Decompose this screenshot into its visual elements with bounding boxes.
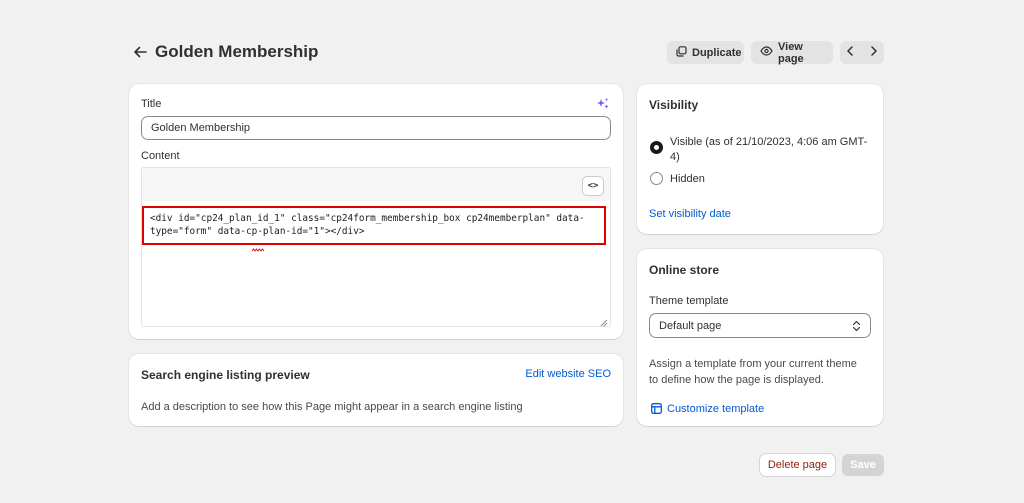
customize-template-icon[interactable]	[651, 403, 662, 417]
view-page-button[interactable]: View page	[751, 40, 833, 65]
hidden-radio[interactable]	[650, 172, 663, 185]
eye-icon	[760, 46, 773, 59]
seo-heading: Search engine listing preview	[141, 368, 310, 382]
pager	[840, 41, 884, 64]
visible-radio[interactable]	[650, 141, 663, 154]
content-label: Content	[141, 150, 180, 162]
content-editor[interactable]: <> <div id="cp24_plan_id_1" class="cp24f…	[141, 167, 611, 327]
customize-template-link[interactable]: Customize template	[667, 403, 764, 415]
online-store-card: Online store Theme template Default page…	[637, 249, 883, 426]
visible-label-line1: Visible (as of 21/10/2023, 4:06 am GMT-	[670, 136, 868, 148]
online-store-heading: Online store	[649, 263, 720, 277]
save-button[interactable]: Save	[842, 454, 884, 476]
help-line-2: to define how the page is displayed.	[649, 374, 824, 386]
set-visibility-date-link[interactable]: Set visibility date	[649, 208, 731, 220]
title-label: Title	[141, 98, 162, 110]
magic-sparkle-icon[interactable]	[596, 97, 610, 114]
editor-toolbar	[142, 168, 610, 201]
previous-page-icon[interactable]	[846, 46, 854, 59]
visible-label: Visible (as of 21/10/2023, 4:06 am GMT- …	[670, 135, 880, 165]
back-arrow-icon[interactable]	[130, 42, 150, 62]
page-title: Golden Membership	[155, 42, 319, 61]
seo-description: Add a description to see how this Page m…	[141, 401, 523, 413]
duplicate-icon	[676, 45, 687, 60]
duplicate-label: Duplicate	[692, 46, 742, 59]
resize-handle-icon[interactable]	[600, 316, 608, 327]
visibility-card: Visibility Visible (as of 21/10/2023, 4:…	[637, 84, 883, 234]
delete-page-button[interactable]: Delete page	[760, 454, 835, 476]
hidden-label: Hidden	[670, 173, 705, 185]
edit-seo-link[interactable]: Edit website SEO	[525, 368, 611, 380]
seo-preview-card: Search engine listing preview Edit websi…	[129, 354, 623, 426]
theme-template-label: Theme template	[649, 295, 729, 307]
show-html-button[interactable]: <>	[582, 176, 604, 196]
theme-template-value: Default page	[659, 319, 722, 332]
view-page-label: View page	[778, 40, 804, 65]
code-line-1: <div id="cp24_plan_id_1" class="cp24form…	[150, 213, 585, 224]
duplicate-button[interactable]: Duplicate	[667, 41, 744, 64]
next-page-icon[interactable]	[870, 46, 878, 59]
visibility-heading: Visibility	[649, 98, 699, 112]
spellcheck-squiggle	[251, 241, 265, 255]
html-code-highlight[interactable]: <div id="cp24_plan_id_1" class="cp24form…	[142, 206, 606, 245]
code-line-2: type="form" data-cp-plan-id="1"></div>	[150, 226, 365, 237]
title-input[interactable]: Golden Membership	[141, 116, 611, 140]
select-chevron-icon	[852, 320, 861, 335]
theme-template-select[interactable]: Default page	[649, 313, 871, 338]
page-content-card: Title Golden Membership Content <> <div …	[129, 84, 623, 339]
theme-template-help: Assign a template from your current them…	[649, 356, 857, 388]
visible-label-line2: 4)	[670, 151, 680, 163]
help-line-1: Assign a template from your current them…	[649, 358, 857, 370]
